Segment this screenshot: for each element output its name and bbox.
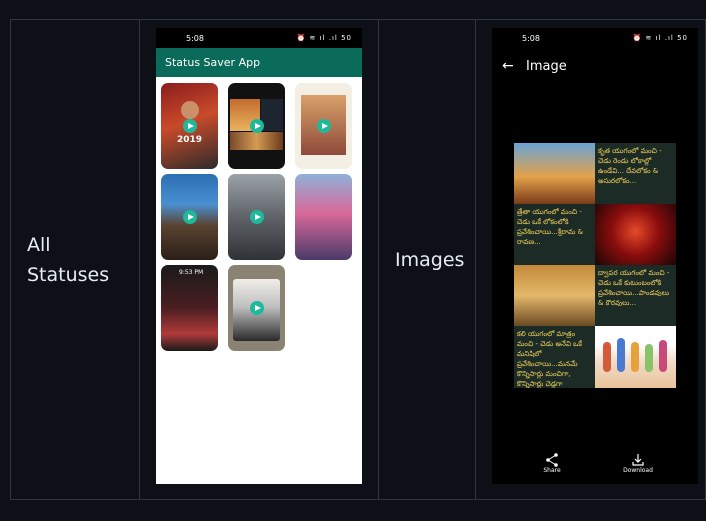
collage-text: ద్వాపర యుగంలో మంచి - చెడు ఒకే కుటుంబంలోక… (598, 269, 670, 307)
play-icon (249, 301, 264, 315)
status-thumbnail[interactable] (228, 83, 285, 169)
collage-text-tile: కృత యుగంలో మంచి - చెడు రెండు లోకాల్లో ఉం… (595, 143, 676, 204)
phone-screenshot-image-viewer: 5:08 ⏰ ≋ ıl .ıl 50 ← Image కృత యుగంలో మం… (492, 28, 698, 484)
download-button[interactable]: Download (618, 453, 658, 474)
status-thumbnail[interactable] (228, 265, 285, 351)
collage-image (514, 265, 595, 326)
share-label: Share (543, 467, 561, 474)
row-label-images: Images (395, 249, 465, 271)
play-icon (316, 119, 331, 133)
app-title: Status Saver App (165, 56, 261, 69)
status-bar: 5:08 ⏰ ≋ ıl .ıl 50 (492, 28, 698, 48)
collage-text: కృత యుగంలో మంచి - చెడు రెండు లోకాల్లో ఉం… (598, 147, 662, 185)
download-icon (632, 454, 644, 466)
status-thumbnail[interactable]: 2019 (161, 83, 218, 169)
share-button[interactable]: Share (532, 453, 572, 474)
status-thumbnail[interactable] (161, 174, 218, 260)
status-thumbnail[interactable] (295, 174, 352, 260)
collage-image (514, 143, 595, 204)
row-label-line-1: All (27, 234, 51, 256)
status-thumbnail[interactable] (295, 83, 352, 169)
row-label-line-2: Statuses (27, 264, 110, 286)
collage-text-tile: ద్వాపర యుగంలో మంచి - చెడు ఒకే కుటుంబంలోక… (595, 265, 676, 326)
status-thumbnail[interactable]: 9:53 PM (161, 265, 218, 351)
status-bar: 5:08 ⏰ ≋ ıl .ıl 50 (156, 28, 362, 48)
play-icon (249, 210, 264, 224)
back-arrow-icon[interactable]: ← (502, 58, 514, 74)
play-icon (182, 119, 197, 133)
image-collage: కృత యుగంలో మంచి - చెడు రెండు లోకాల్లో ఉం… (514, 143, 676, 388)
collage-text: కలి యుగంలో మాత్రం మంచి - చెడు అనేవి ఒకే … (517, 330, 582, 388)
collage-text-tile: కలి యుగంలో మాత్రం మంచి - చెడు అనేవి ఒకే … (514, 326, 595, 388)
thumb-time-label: 9:53 PM (179, 269, 204, 276)
app-bar: Status Saver App (156, 48, 362, 77)
status-time: 5:08 (186, 34, 204, 43)
download-label: Download (623, 467, 653, 474)
viewer-title: Image (526, 59, 567, 74)
thumb-year-label: 2019 (177, 135, 203, 145)
status-icons: ⏰ ≋ ıl .ıl 50 (632, 34, 688, 42)
row-label-all-statuses: All Statuses (27, 230, 109, 290)
collage-text: త్రేతా యుగంలో మంచి - చెడు ఒకే లోకంలోకి ప… (517, 208, 584, 246)
status-thumbnail[interactable] (228, 174, 285, 260)
viewer-bottom-actions: Share Download (492, 453, 698, 478)
viewer-app-bar: ← Image (492, 48, 698, 86)
phone-screenshot-all-statuses: 5:08 ⏰ ≋ ıl .ıl 50 Status Saver App 2019 (156, 28, 362, 484)
collage-text-tile: త్రేతా యుగంలో మంచి - చెడు ఒకే లోకంలోకి ప… (514, 204, 595, 265)
play-icon (249, 119, 264, 133)
collage-image (595, 204, 676, 265)
status-icons: ⏰ ≋ ıl .ıl 50 (296, 34, 352, 42)
share-icon (546, 453, 558, 467)
status-time: 5:08 (522, 34, 540, 43)
play-icon (182, 210, 197, 224)
collage-image (595, 326, 676, 388)
